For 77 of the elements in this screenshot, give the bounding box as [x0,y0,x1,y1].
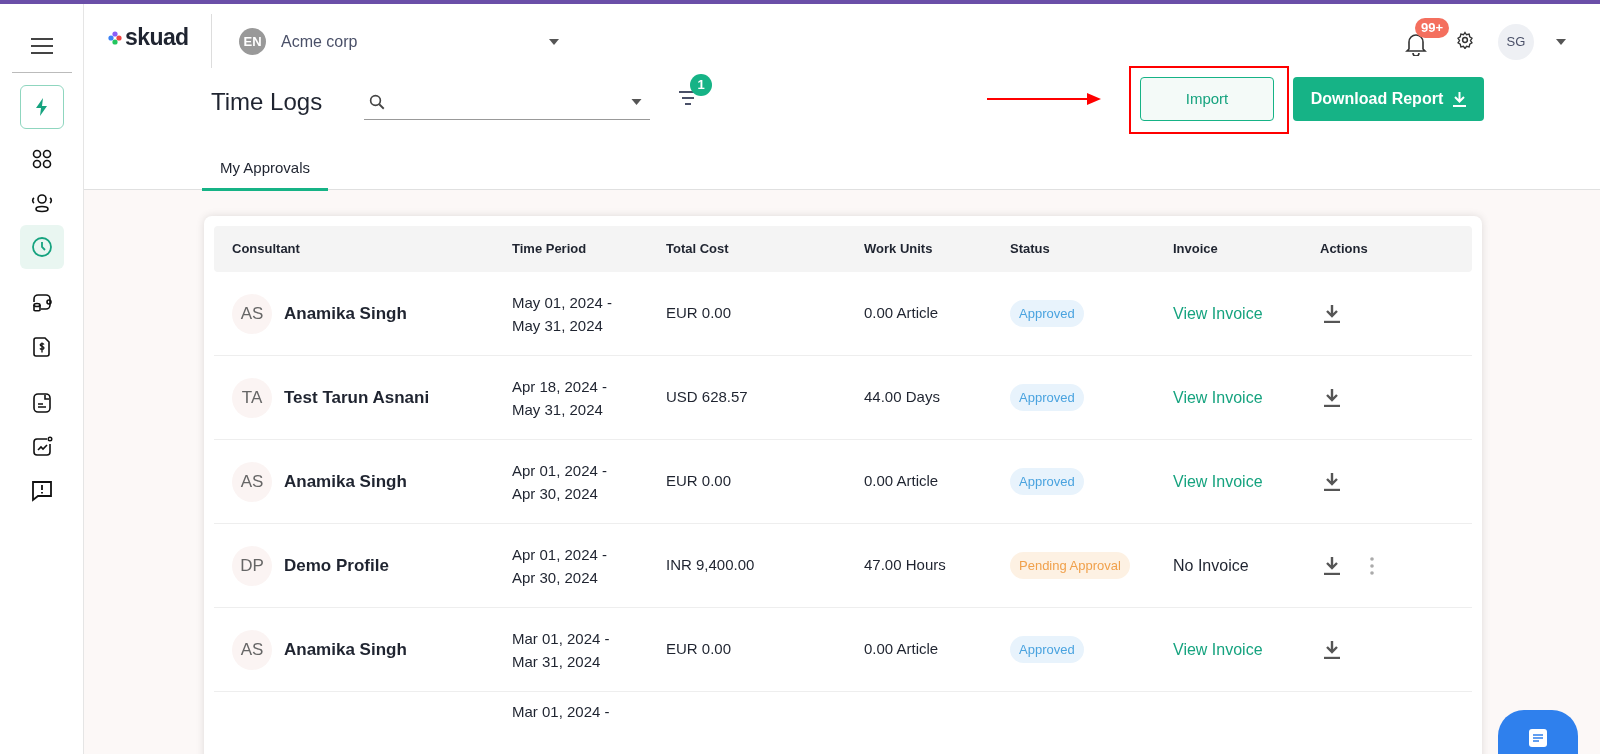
column-header: Total Cost [666,240,730,259]
avatar: AS [232,293,272,334]
filter-icon[interactable] [679,91,697,105]
avatar: TA [232,377,272,418]
column-header: Status [1010,240,1051,259]
column-header: Actions [1320,240,1369,259]
org-name: Acme corp [281,31,358,52]
avatar: DP [232,545,272,586]
caret-icon [631,98,642,105]
total-cost: EUR 0.00 [666,472,732,490]
consultant-name: Test Tarun Asnani [284,386,430,409]
time-period-text: Mar 31, 2024 [512,651,602,672]
page-title: Time Logs [211,87,323,117]
avatar: AS [232,461,272,502]
work-units: 47.00 Hours [864,556,946,574]
filter-count-badge: 1 [690,74,712,96]
status-badge: Approved [1010,635,1084,664]
organization-dropdown[interactable]: EN Acme corp [239,28,639,55]
feedback-icon [29,479,54,503]
search-icon [368,92,386,111]
people-icon [29,191,54,215]
caret-icon [549,38,559,45]
status-badge: Approved [1010,467,1084,496]
total-cost: INR 9,400.00 [666,556,755,574]
user-avatar[interactable]: SG [1498,24,1534,60]
status-badge: Approved [1010,383,1084,412]
invoice-text: No Invoice [1173,556,1249,574]
avatar: AS [232,629,272,670]
view-invoice-link[interactable]: View Invoice [1173,640,1263,658]
total-cost: USD 628.57 [666,388,748,406]
time-period-text: Apr 30, 2024 [512,567,599,588]
time-period-text: Apr 01, 2024 - [512,460,609,481]
time-period-text: Apr 01, 2024 - [512,544,609,565]
org-avatar: EN [239,28,266,55]
total-cost: EUR 0.00 [666,304,732,322]
consultant-name: Anamika Singh [284,470,407,493]
time-period-text: Apr 30, 2024 [512,483,599,504]
consultant-name: Demo Profile [284,554,389,577]
time-period-text: May 31, 2024 [512,315,604,336]
download-icon[interactable] [1324,304,1340,323]
notification-badge: 99+ [1415,18,1450,38]
logo-text: skuad [125,26,189,49]
work-units: 0.00 Article [864,304,939,322]
time-period-text: Apr 18, 2024 - [512,376,609,397]
time-period-text: May 31, 2024 [512,399,604,420]
bell-icon[interactable] [1405,32,1427,56]
consultant-name: Anamika Singh [284,302,407,325]
work-units: 0.00 Article [864,640,939,658]
chat-icon [1528,728,1548,748]
column-header: Invoice [1173,240,1219,259]
view-invoice-link[interactable]: View Invoice [1173,388,1263,406]
time-period-text: May 01, 2024 - [512,292,614,313]
status-badge: Approved [1010,299,1084,328]
download-icon[interactable] [1324,388,1340,407]
work-units: 0.00 Article [864,472,939,490]
view-invoice-link[interactable]: View Invoice [1173,304,1263,322]
total-cost: EUR 0.00 [666,640,732,658]
work-units: 44.00 Days [864,388,940,406]
clock-icon [29,235,54,259]
logo-icon [108,30,122,45]
settings-icon[interactable] [1456,31,1474,49]
consultant-name: Anamika Singh [284,638,407,661]
menu-icon[interactable] [30,38,53,54]
import-button[interactable]: Import [1140,77,1274,121]
download-icon[interactable] [1324,556,1340,575]
download-icon [1453,91,1467,107]
download-icon[interactable] [1324,472,1340,491]
view-invoice-link[interactable]: View Invoice [1173,472,1263,490]
time-period-text: Mar 01, 2024 - [512,628,611,649]
status-badge: Pending Approval [1010,551,1130,580]
column-header: Work Units [864,240,934,259]
column-header: Consultant [232,240,301,259]
time-period-text: Mar 01, 2024 - [512,702,611,722]
caret-icon[interactable] [1556,39,1566,45]
download-icon[interactable] [1324,640,1340,659]
download-report-button[interactable]: Download Report [1293,77,1484,121]
column-header: Time Period [512,240,588,259]
